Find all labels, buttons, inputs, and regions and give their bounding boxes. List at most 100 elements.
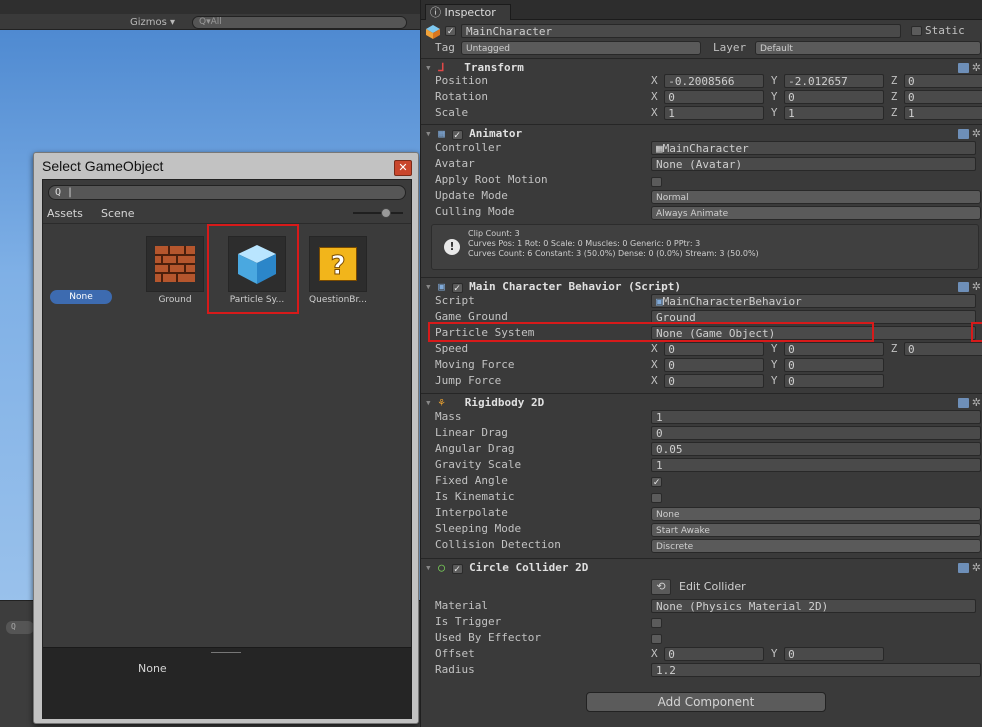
info-icon: ⓘ [430,6,445,19]
circle-collider-header[interactable]: ▾ ◯ ✓ Circle Collider 2D ✲ [421,558,982,576]
lower-search-input[interactable]: Q [6,621,34,634]
collision-detection-label: Collision Detection [435,538,561,551]
script-field[interactable]: ▣MainCharacterBehavior [651,294,976,308]
layer-label: Layer [713,41,747,54]
update-mode-dropdown[interactable]: Normal [651,190,981,204]
tag-dropdown[interactable]: Untagged [461,41,701,55]
question-block-icon: ? [309,236,367,292]
rotation-label: Rotation [435,90,488,103]
position-field[interactable]: X -0.2008566 Y -2.012657 Z 0 [651,74,982,88]
is-kinematic-label: Is Kinematic [435,490,515,503]
controller-icon: ▦ [656,142,663,155]
item-label: Ground [158,295,192,305]
brick-icon [146,236,204,292]
tab-inspector[interactable]: ⓘ Inspector [425,4,511,20]
fixed-angle-checkbox[interactable]: ✓ [651,477,662,488]
dialog-title: Select GameObject [42,158,164,174]
tab-scene[interactable]: Scene [101,207,135,220]
angular-drag-field[interactable]: 0.05 [651,442,981,456]
gear-icon[interactable]: ✲ [972,559,981,577]
object-name-field[interactable]: MainCharacter [461,24,901,38]
speed-label: Speed [435,342,469,355]
inspector-tabbar: ⓘ Inspector [421,0,982,20]
update-mode-label: Update Mode [435,189,508,202]
sleeping-mode-dropdown[interactable]: Start Awake [651,523,981,537]
avatar-label: Avatar [435,157,475,170]
linear-drag-field[interactable]: 0 [651,426,981,440]
help-icon[interactable] [958,129,969,139]
highlight-box [428,322,874,342]
slider-knob[interactable] [381,208,391,218]
is-kinematic-checkbox[interactable] [651,493,662,503]
item-label: QuestionBr... [309,295,367,305]
help-icon[interactable] [958,398,969,408]
animator-enabled-checkbox[interactable]: ✓ [451,130,463,141]
material-field[interactable]: None (Physics Material 2D) [651,599,976,613]
mass-field[interactable]: 1 [651,410,981,424]
scale-field[interactable]: X 1 Y 1 Z 1 [651,106,982,120]
static-checkbox[interactable] [911,26,922,36]
static-label: Static [925,24,965,37]
gravity-scale-field[interactable]: 1 [651,458,981,472]
jump-force-field[interactable]: X 0 Y 0 [651,374,885,388]
interpolate-dropdown[interactable]: None [651,507,981,521]
offset-field[interactable]: X 0 Y 0 [651,647,885,661]
active-checkbox[interactable]: ✓ [445,26,456,37]
help-icon[interactable] [958,282,969,292]
collider-enabled-checkbox[interactable]: ✓ [451,564,463,575]
highlight-box [207,224,299,314]
radius-field[interactable]: 1.2 [651,663,981,677]
tag-label: Tag [435,41,455,54]
script-label: Script [435,294,475,307]
info-icon: ! [444,239,460,255]
curves-count-text: Curves Count: 6 Constant: 3 (50.0%) Dens… [468,249,759,258]
apply-root-motion-checkbox[interactable] [651,177,662,187]
controller-field[interactable]: ▦MainCharacter [651,141,976,155]
mass-label: Mass [435,410,462,423]
script-icon: ▣ [438,280,445,293]
used-by-effector-checkbox[interactable] [651,634,662,644]
culling-mode-label: Culling Mode [435,205,515,218]
help-icon[interactable] [958,63,969,73]
scale-label: Scale [435,106,469,119]
rigidbody-header[interactable]: ▾ ⚘ Rigidbody 2D ✲ [421,393,982,411]
object-picker-highlight[interactable] [971,322,982,342]
preview-label: None [138,662,167,675]
item-question-block[interactable]: ? QuestionBr... [305,236,371,305]
radius-label: Radius [435,663,475,676]
avatar-field[interactable]: None (Avatar) [651,157,976,171]
circle-collider-icon: ◯ [438,561,445,574]
is-trigger-checkbox[interactable] [651,618,662,628]
moving-force-field[interactable]: X 0 Y 0 [651,358,885,372]
add-component-button[interactable]: Add Component [586,692,826,712]
speed-field[interactable]: X 0 Y 0 Z 0 [651,342,982,356]
scene-search-input[interactable]: Q▾All [192,16,407,29]
rigidbody-icon: ⚘ [438,396,445,409]
moving-force-label: Moving Force [435,358,515,371]
object-search-input[interactable]: Q | [48,185,406,200]
offset-label: Offset [435,647,475,660]
culling-mode-dropdown[interactable]: Always Animate [651,206,981,220]
resize-handle[interactable] [211,652,241,653]
gizmos-dropdown[interactable]: Gizmos ▾ [130,17,175,28]
script-file-icon: ▣ [656,295,663,308]
is-trigger-label: Is Trigger [435,615,502,628]
item-none[interactable]: None [50,290,112,304]
edit-collider-button[interactable]: ⟲ Edit Collider [651,578,746,596]
tab-assets[interactable]: Assets [47,207,83,220]
fixed-angle-label: Fixed Angle [435,474,508,487]
animator-icon: ▦ [438,127,445,140]
layer-dropdown[interactable]: Default [755,41,981,55]
edit-collider-icon: ⟲ [651,579,671,595]
behavior-header[interactable]: ▾ ▣ ✓ Main Character Behavior (Script) ✲ [421,277,982,295]
item-ground[interactable]: Ground [142,236,208,305]
help-icon[interactable] [958,563,969,573]
collision-detection-dropdown[interactable]: Discrete [651,539,981,553]
used-by-effector-label: Used By Effector [435,631,541,644]
thumbnail-size-slider[interactable] [353,208,403,218]
animator-header[interactable]: ▾ ▦ ✓ Animator ✲ [421,124,982,142]
behavior-enabled-checkbox[interactable]: ✓ [451,283,463,294]
controller-label: Controller [435,141,502,154]
rotation-field[interactable]: X 0 Y 0 Z 0 [651,90,982,104]
close-button[interactable]: ✕ [394,160,412,176]
